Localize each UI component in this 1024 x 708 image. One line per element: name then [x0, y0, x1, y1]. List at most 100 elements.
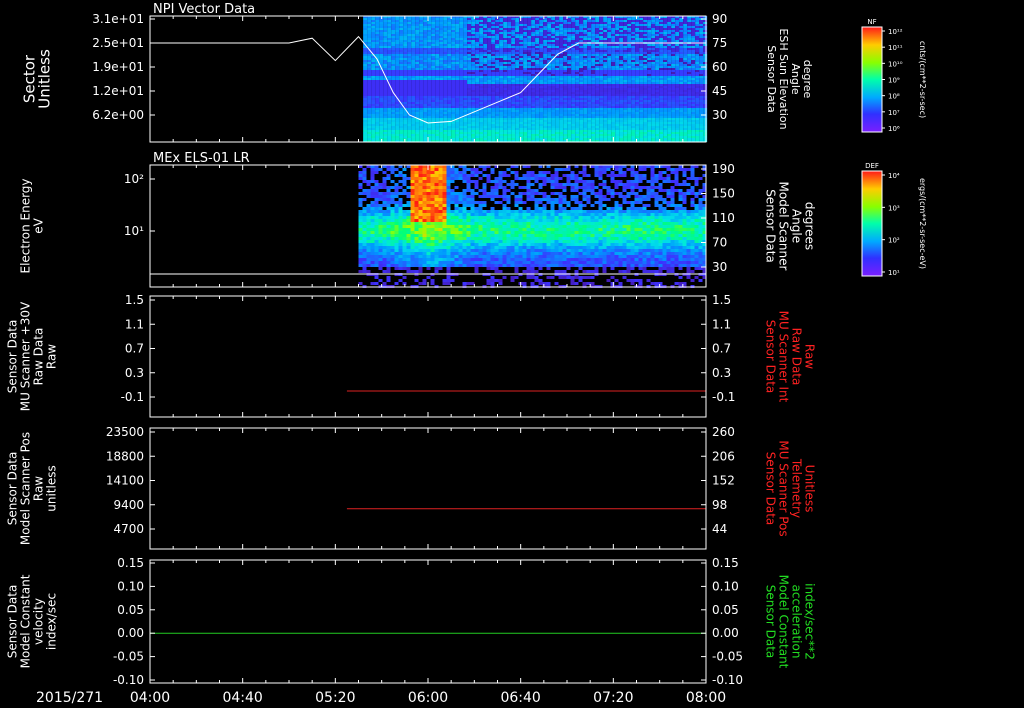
spectrogram-cell	[579, 98, 584, 100]
spectrogram-cell	[607, 60, 612, 62]
spectrogram-cell	[367, 96, 372, 98]
spectrogram-cell	[443, 54, 448, 56]
spectrogram-cell	[483, 20, 488, 22]
spectrogram-cell	[659, 96, 664, 98]
spectrogram-cell	[379, 108, 384, 110]
spectrogram-cell	[435, 134, 440, 136]
spectrogram-cell	[579, 20, 584, 22]
spectrogram-cell	[379, 50, 384, 52]
spectrogram-cell	[391, 138, 396, 140]
spectrogram-cell	[555, 104, 560, 106]
spectrogram-cell	[527, 116, 532, 118]
spectrogram-cell	[663, 94, 668, 96]
spectrogram-cell	[507, 112, 512, 114]
spectrogram-cell	[543, 104, 548, 106]
spectrogram-cell	[523, 46, 528, 48]
spectrogram-cell	[399, 92, 404, 94]
spectrogram-cell	[631, 136, 636, 138]
spectrogram-cell	[591, 120, 596, 122]
spectrogram-cell	[371, 102, 376, 104]
spectrogram-cell	[399, 36, 404, 38]
spectrogram-cell	[527, 124, 532, 126]
spectrogram-cell	[603, 100, 608, 102]
spectrogram-cell	[643, 108, 648, 110]
spectrogram-cell	[467, 56, 472, 58]
spectrogram-cell	[447, 32, 452, 34]
spectrogram-cell	[447, 34, 452, 36]
spectrogram-cell	[431, 88, 436, 90]
spectrogram-cell	[595, 106, 600, 108]
spectrogram-cell	[507, 118, 512, 120]
spectrogram-cell	[539, 66, 544, 68]
spectrogram-cell	[519, 54, 524, 56]
spectrogram-cell	[483, 100, 488, 102]
spectrogram-cell	[543, 60, 548, 62]
spectrogram-cell	[547, 40, 552, 42]
spectrogram-cell	[399, 80, 404, 82]
spectrogram-cell	[579, 88, 584, 90]
spectrogram-cell	[547, 100, 552, 102]
spectrogram-cell	[499, 62, 504, 64]
spectrogram-cell	[439, 132, 444, 134]
spectrogram-cell	[511, 56, 516, 58]
spectrogram-cell	[567, 76, 572, 78]
spectrogram-cell	[411, 134, 416, 136]
spectrogram-cell	[511, 134, 516, 136]
spectrogram-cell	[523, 32, 528, 34]
spectrogram-cell	[467, 126, 472, 128]
spectrogram-cell	[407, 82, 412, 84]
spectrogram-cell	[663, 116, 668, 118]
spectrogram-cell	[615, 22, 620, 24]
spectrogram-cell	[539, 40, 544, 42]
spectrogram-cell	[619, 120, 624, 122]
spectrogram-cell	[587, 98, 592, 100]
spectrogram-cell	[663, 84, 668, 86]
spectrogram-cell	[555, 46, 560, 48]
spectrogram-cell	[491, 74, 496, 76]
spectrogram-cell	[511, 128, 516, 130]
spectrogram-cell	[443, 58, 448, 60]
spectrogram-cell	[587, 58, 592, 60]
spectrogram-cell	[431, 98, 436, 100]
spectrogram-cell	[395, 92, 400, 94]
spectrogram-cell	[623, 122, 628, 124]
spectrogram-cell	[375, 86, 380, 88]
spectrogram-cell	[535, 112, 540, 114]
spectrogram-cell	[435, 118, 440, 120]
spectrogram-cell	[503, 70, 508, 72]
spectrogram-cell	[667, 90, 672, 92]
spectrogram-cell	[675, 96, 680, 98]
spectrogram-cell	[467, 40, 472, 42]
spectrogram-cell	[671, 94, 676, 96]
spectrogram-cell	[595, 28, 600, 30]
spectrogram-cell	[555, 32, 560, 34]
spectrogram-cell	[627, 62, 632, 64]
spectrogram-cell	[367, 120, 372, 122]
spectrogram-cell	[431, 34, 436, 36]
spectrogram-cell	[375, 106, 380, 108]
spectrogram-cell	[643, 52, 648, 54]
spectrogram-cell	[595, 138, 600, 140]
spectrogram-cell	[387, 104, 392, 106]
spectrogram-cell	[559, 78, 564, 80]
spectrogram-cell	[427, 94, 432, 96]
spectrogram-cell	[451, 92, 456, 94]
spectrogram-cell	[367, 68, 372, 70]
spectrogram-cell	[435, 64, 440, 66]
spectrogram-cell	[411, 18, 416, 20]
spectrogram-cell	[451, 82, 456, 84]
spectrogram-cell	[479, 32, 484, 34]
spectrogram-cell	[499, 20, 504, 22]
spectrogram-cell	[475, 18, 480, 20]
spectrogram-cell	[631, 104, 636, 106]
spectrogram-cell	[459, 62, 464, 64]
spectrogram-cell	[487, 128, 492, 130]
spectrogram-cell	[591, 124, 596, 126]
spectrogram-cell	[531, 74, 536, 76]
spectrogram-cell	[455, 88, 460, 90]
spectrogram-cell	[459, 74, 464, 76]
spectrogram-cell	[535, 92, 540, 94]
spectrogram-cell	[503, 46, 508, 48]
spectrogram-cell	[619, 40, 624, 42]
spectrogram-cell	[447, 18, 452, 20]
